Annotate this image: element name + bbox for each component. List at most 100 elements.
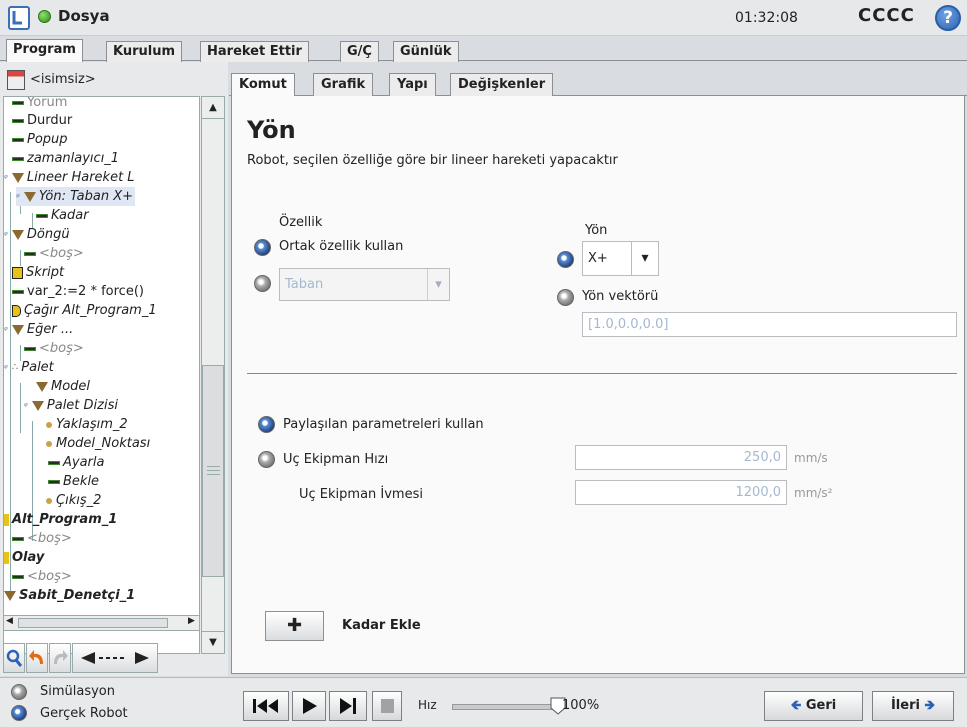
- direction-label: Yön: [585, 223, 608, 238]
- expand-icon[interactable]: ᵠ: [4, 364, 8, 374]
- scroll-left-icon[interactable]: ◀: [6, 616, 13, 626]
- event-icon: [4, 551, 9, 564]
- play-icon: [303, 698, 317, 714]
- tree-node-script[interactable]: Skript: [12, 263, 64, 282]
- subprogram-icon: [4, 513, 9, 526]
- expand-icon[interactable]: ᵠ: [4, 231, 8, 241]
- tree-node-waypoint[interactable]: Model_Noktası: [46, 434, 150, 453]
- bottom-bar: Simülasyon Gerçek Robot Hız 100% 🡸 Geri …: [0, 677, 967, 727]
- use-common-feature-radio[interactable]: [254, 239, 271, 256]
- tool-accel-input[interactable]: 1200,0: [575, 480, 787, 505]
- direction-dropdown-value: X+: [588, 251, 608, 266]
- horizontal-scroll-thumb[interactable]: [18, 618, 168, 628]
- tree-node-until[interactable]: Kadar: [36, 206, 89, 225]
- tab-installation[interactable]: Kurulum: [106, 41, 183, 62]
- tab-move[interactable]: Hareket Ettir: [200, 41, 309, 62]
- command-node-icon: [24, 251, 36, 256]
- stop-icon: [381, 699, 394, 713]
- simulation-radio[interactable]: [11, 684, 27, 700]
- expand-icon[interactable]: ᵠ: [4, 174, 8, 184]
- search-icon[interactable]: [3, 643, 25, 673]
- tree-node-empty[interactable]: <boş>: [12, 529, 72, 548]
- tab-structure[interactable]: Yapı: [389, 73, 436, 96]
- feature-dropdown[interactable]: Taban ▾: [279, 268, 450, 301]
- scroll-thumb[interactable]: [202, 365, 224, 577]
- speed-slider-fill: [453, 705, 559, 709]
- tree-node-if[interactable]: ᵠ Eğer ...: [4, 320, 73, 339]
- tree-node-popup[interactable]: Popup: [12, 130, 68, 149]
- feature-select-radio[interactable]: [254, 275, 271, 292]
- tree-node-pattern[interactable]: Model: [36, 377, 90, 396]
- robot-name: CCCC: [858, 5, 915, 26]
- shared-params-radio[interactable]: [258, 416, 275, 433]
- tab-log[interactable]: Günlük: [393, 41, 459, 62]
- command-node-icon: [12, 156, 24, 161]
- tree-node-subprogram[interactable]: Alt_Program_1: [4, 510, 117, 529]
- tool-speed-radio[interactable]: [258, 451, 275, 468]
- direction-radio[interactable]: [557, 251, 574, 268]
- title-bar: Dosya 01:32:08 CCCC ?: [0, 0, 967, 36]
- tree-node-assignment[interactable]: var_2:=2 * force(): [12, 282, 144, 301]
- play-button[interactable]: [292, 691, 326, 721]
- tool-speed-input[interactable]: 250,0: [575, 445, 787, 470]
- tree-node-call[interactable]: Çağır Alt_Program_1: [12, 301, 157, 320]
- tree-node-waypoint[interactable]: Yaklaşım_2: [46, 415, 128, 434]
- undo-icon[interactable]: [26, 643, 48, 673]
- tab-graphics[interactable]: Grafik: [313, 73, 374, 96]
- waypoint-icon: [46, 421, 52, 428]
- command-node-icon: [12, 137, 24, 142]
- scroll-up-icon[interactable]: ▲: [202, 97, 224, 119]
- speed-slider[interactable]: [452, 704, 560, 710]
- universal-robots-logo-icon: [8, 6, 30, 30]
- tree-node-halt[interactable]: Durdur: [12, 111, 72, 130]
- tree-node-direction[interactable]: ᵠ Yön: Taban X+: [16, 187, 136, 206]
- tree-node-waypoint[interactable]: Çıkış_2: [46, 491, 101, 510]
- tree-horizontal-scrollbar[interactable]: ◀ ▶: [3, 615, 200, 631]
- tab-io[interactable]: G/Ç: [340, 41, 379, 62]
- tree-node-set[interactable]: Ayarla: [48, 453, 104, 472]
- real-robot-label: Gerçek Robot: [40, 706, 128, 721]
- next-button[interactable]: İleri 🡺: [872, 691, 954, 721]
- tool-accel-label: Uç Ekipman İvmesi: [299, 487, 423, 502]
- speed-value: 100%: [562, 698, 600, 713]
- expand-icon[interactable]: ᵠ: [16, 193, 20, 203]
- cut-paste-move-icon[interactable]: [72, 643, 158, 673]
- real-robot-radio[interactable]: [11, 705, 27, 721]
- shared-params-label: Paylaşılan parametreleri kullan: [283, 417, 484, 432]
- tree-node-empty[interactable]: <boş>: [12, 567, 72, 586]
- program-tree[interactable]: Yorum Durdur Popup zamanlayıcı_1 ᵠ Linee…: [3, 96, 200, 654]
- tree-node-thread[interactable]: Sabit_Denetçi_1: [4, 586, 135, 605]
- content-area: Komut Grafik Yapı Değişkenler Yön Robot,…: [229, 62, 967, 676]
- tree-node-loop[interactable]: ᵠ Döngü: [4, 225, 70, 244]
- scroll-right-icon[interactable]: ▶: [188, 616, 195, 626]
- stop-button[interactable]: [372, 691, 402, 721]
- tree-node-comment[interactable]: Yorum: [12, 97, 67, 112]
- help-icon[interactable]: ?: [935, 5, 961, 31]
- save-file-icon[interactable]: [7, 70, 25, 90]
- tree-node-pallet[interactable]: ᵠ ∴ Palet: [4, 358, 54, 377]
- command-node-icon: [48, 460, 60, 465]
- tree-node-movel[interactable]: ᵠ Lineer Hareket L: [4, 168, 135, 187]
- tree-node-empty[interactable]: <boş>: [24, 339, 84, 358]
- tree-node-empty[interactable]: <boş>: [24, 244, 84, 263]
- direction-dropdown[interactable]: X+ ▾: [582, 241, 659, 276]
- direction-vector-radio[interactable]: [557, 289, 574, 306]
- back-button[interactable]: 🡸 Geri: [764, 691, 863, 721]
- tree-node-wait[interactable]: Bekle: [48, 472, 99, 491]
- tree-vertical-scrollbar[interactable]: ▲ ▼: [201, 96, 225, 654]
- tree-node-event[interactable]: Olay: [4, 548, 44, 567]
- tree-node-pallet-sequence[interactable]: ᵠ Palet Dizisi: [24, 396, 118, 415]
- tab-program[interactable]: Program: [6, 39, 83, 62]
- add-until-button[interactable]: ✚: [265, 611, 324, 641]
- arrow-left-icon: 🡸: [790, 698, 802, 713]
- tree-node-timer[interactable]: zamanlayıcı_1: [12, 149, 119, 168]
- direction-vector-input[interactable]: [1.0,0.0,0.0]: [582, 312, 957, 337]
- expand-icon[interactable]: ᵠ: [24, 402, 28, 412]
- redo-icon[interactable]: [49, 643, 71, 673]
- step-button[interactable]: [329, 691, 367, 721]
- rewind-button[interactable]: [243, 691, 289, 721]
- tab-command[interactable]: Komut: [231, 73, 295, 96]
- tab-variables[interactable]: Değişkenler: [450, 73, 554, 96]
- waypoint-icon: [46, 440, 52, 447]
- expand-icon[interactable]: ᵠ: [4, 326, 8, 336]
